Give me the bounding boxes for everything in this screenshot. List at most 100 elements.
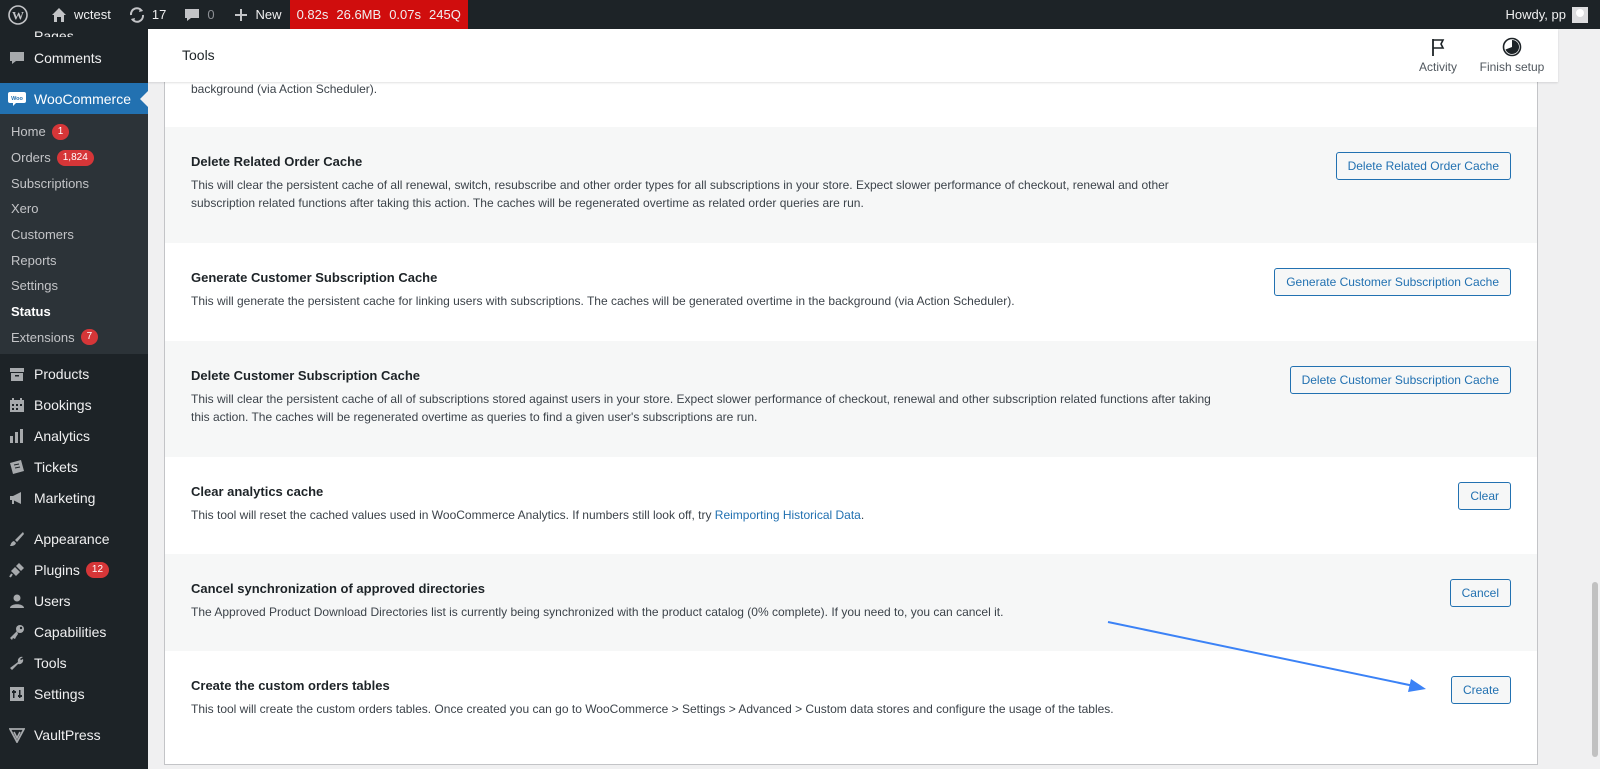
submenu-home[interactable]: Home 1 xyxy=(0,119,148,145)
menu-label: Settings xyxy=(34,685,85,702)
tool-row-delete-related-order-cache: Delete Related Order Cache This will cle… xyxy=(165,127,1537,243)
my-account[interactable]: Howdy, pp xyxy=(1505,6,1600,23)
menu-label: Analytics xyxy=(34,427,91,444)
tool-name: Generate Customer Subscription Cache xyxy=(191,270,438,285)
page-scrollbar[interactable] xyxy=(1590,29,1600,769)
menu-pages-label: Pages xyxy=(34,29,74,37)
activity-button[interactable]: Activity xyxy=(1416,37,1460,74)
delete-related-order-cache-button[interactable]: Delete Related Order Cache xyxy=(1335,152,1511,180)
clear-analytics-cache-button[interactable]: Clear xyxy=(1458,482,1511,510)
menu-settings[interactable]: Settings xyxy=(0,678,148,709)
submenu-xero[interactable]: Xero xyxy=(0,196,148,222)
submenu-label: Customers xyxy=(11,227,74,243)
menu-label: Marketing xyxy=(34,489,96,506)
menu-tickets[interactable]: Tickets xyxy=(0,451,148,482)
updates-link[interactable]: 17 xyxy=(119,0,174,29)
submenu-settings[interactable]: Settings xyxy=(0,273,148,299)
archive-icon xyxy=(8,365,26,383)
svg-text:W: W xyxy=(12,8,24,22)
menu-woocommerce[interactable]: Woo WooCommerce xyxy=(0,83,148,114)
perf-time: 0.82s xyxy=(296,7,329,22)
paintbrush-icon xyxy=(8,530,26,548)
submenu-reports[interactable]: Reports xyxy=(0,247,148,273)
comments-link[interactable]: 0 xyxy=(174,0,222,29)
delete-customer-subscription-cache-button[interactable]: Delete Customer Subscription Cache xyxy=(1289,366,1511,394)
tool-name: Create the custom orders tables xyxy=(191,678,390,693)
comments-count: 0 xyxy=(207,7,215,22)
extensions-badge: 7 xyxy=(80,329,99,346)
tool-desc-text: This tool will reset the cached values u… xyxy=(191,508,712,522)
tool-row-cancel-synchronization: Cancel synchronization of approved direc… xyxy=(165,554,1537,651)
plugin-icon xyxy=(8,561,26,579)
page-title: Tools xyxy=(182,47,215,63)
vaultpress-icon xyxy=(8,726,26,744)
menu-label: Capabilities xyxy=(34,623,107,640)
submenu-extensions[interactable]: Extensions 7 xyxy=(0,325,148,351)
woocommerce-header: Tools Activity Finish setup xyxy=(148,29,1558,82)
home-badge: 1 xyxy=(51,123,70,140)
menu-tools[interactable]: Tools xyxy=(0,647,148,678)
tool-row-create-custom-orders-tables: Create the custom orders tables This too… xyxy=(165,651,1537,764)
menu-plugins[interactable]: Plugins 12 xyxy=(0,554,148,585)
home-icon xyxy=(49,5,69,25)
new-content-link[interactable]: New xyxy=(223,0,290,29)
svg-text:Woo: Woo xyxy=(11,96,23,102)
submenu-status[interactable]: Status xyxy=(0,299,148,325)
menu-label: Users xyxy=(34,592,71,609)
cancel-synchronization-button[interactable]: Cancel xyxy=(1449,579,1511,607)
woocommerce-icon: Woo xyxy=(8,90,26,108)
tool-desc: This will clear the persistent cache of … xyxy=(191,392,1211,424)
comment-bubble-icon xyxy=(182,5,202,25)
menu-comments[interactable]: Comments xyxy=(0,42,148,73)
submenu-label: Xero xyxy=(11,201,39,217)
refresh-icon xyxy=(127,5,147,25)
menu-analytics[interactable]: Analytics xyxy=(0,420,148,451)
admin-sidebar: Pages Comments Woo WooCommerce Home 1 Ord… xyxy=(0,29,148,769)
tool-desc: This tool will create the custom orders … xyxy=(191,702,1114,716)
user-icon xyxy=(8,592,26,610)
menu-vaultpress[interactable]: VaultPress xyxy=(0,719,148,750)
submenu-label: Settings xyxy=(11,278,58,294)
admin-bar: W wctest 17 0 New 0.82s 26.6MB 0.07s 245… xyxy=(0,0,1600,29)
perf-query-count: 245Q xyxy=(429,7,461,22)
menu-appearance[interactable]: Appearance xyxy=(0,523,148,554)
reimporting-historical-data-link[interactable]: Reimporting Historical Data xyxy=(715,508,861,522)
updates-count: 17 xyxy=(151,7,167,22)
settings-sliders-icon xyxy=(8,685,26,703)
tool-name: Cancel synchronization of approved direc… xyxy=(191,581,486,596)
wordpress-logo-button[interactable]: W xyxy=(0,0,41,29)
submenu-label: Subscriptions xyxy=(11,175,90,191)
create-custom-orders-tables-button[interactable]: Create xyxy=(1450,676,1511,704)
generate-customer-subscription-cache-button[interactable]: Generate Customer Subscription Cache xyxy=(1274,268,1511,296)
activity-label: Activity xyxy=(1418,60,1457,74)
submenu-subscriptions[interactable]: Subscriptions xyxy=(0,170,148,196)
submenu-orders[interactable]: Orders 1,824 xyxy=(0,145,148,171)
menu-capabilities[interactable]: Capabilities xyxy=(0,616,148,647)
menu-label: Tickets xyxy=(34,458,78,475)
submenu-label: Extensions xyxy=(11,329,75,345)
query-monitor-stats[interactable]: 0.82s 26.6MB 0.07s 245Q xyxy=(289,0,468,29)
tool-row-generate-customer-subscription-cache: Generate Customer Subscription Cache Thi… xyxy=(165,243,1537,341)
scrollbar-thumb[interactable] xyxy=(1592,582,1598,757)
comment-icon xyxy=(8,49,26,67)
wrench-icon xyxy=(8,654,26,672)
menu-label: Plugins xyxy=(34,561,80,578)
submenu-label: Home xyxy=(11,124,46,140)
menu-marketing[interactable]: Marketing xyxy=(0,482,148,513)
tickets-icon xyxy=(8,458,26,476)
menu-pages[interactable]: Pages xyxy=(0,29,148,37)
menu-label: Bookings xyxy=(34,396,92,413)
submenu-customers[interactable]: Customers xyxy=(0,222,148,248)
finish-setup-button[interactable]: Finish setup xyxy=(1477,37,1547,74)
new-label: New xyxy=(255,7,282,22)
menu-products[interactable]: Products xyxy=(0,358,148,389)
pages-icon xyxy=(8,29,26,37)
submenu-label: Reports xyxy=(11,252,57,268)
site-name-link[interactable]: wctest xyxy=(41,0,119,29)
howdy-text: Howdy, pp xyxy=(1505,7,1566,22)
menu-bookings[interactable]: Bookings xyxy=(0,389,148,420)
tools-table: background (via Action Scheduler). Delet… xyxy=(164,29,1538,765)
menu-label: Products xyxy=(34,365,90,382)
menu-users[interactable]: Users xyxy=(0,585,148,616)
tool-desc: The Approved Product Download Directorie… xyxy=(191,605,1004,619)
